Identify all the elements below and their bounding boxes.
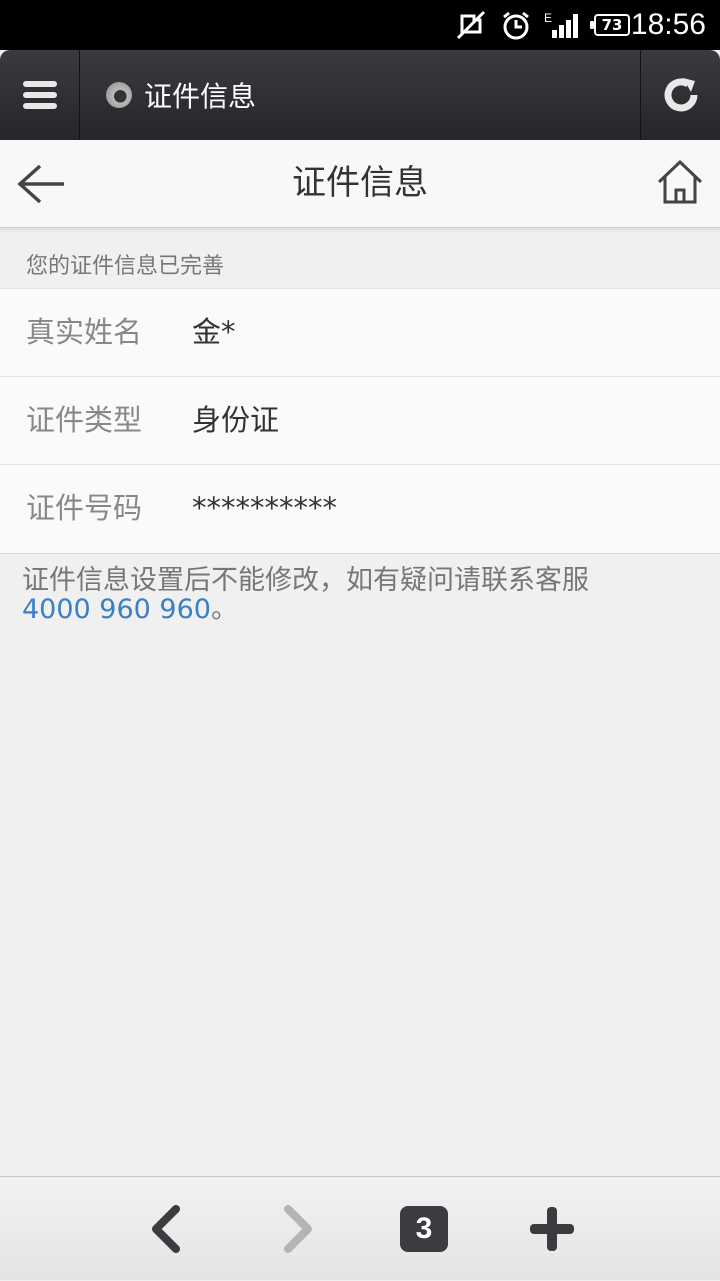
real-name-label: 真实姓名	[26, 289, 142, 375]
browser-back-button[interactable]	[126, 1177, 206, 1281]
plus-icon	[528, 1205, 576, 1253]
page-header: 证件信息	[0, 140, 720, 228]
signal-icon: E	[542, 10, 582, 46]
browser-toolbar: 证件信息	[0, 50, 720, 140]
site-icon	[106, 82, 132, 108]
alarm-icon	[500, 10, 532, 46]
battery-indicator: 73	[594, 14, 630, 36]
network-type-label: E	[544, 11, 552, 25]
list-item: 真实姓名 金*	[0, 289, 720, 377]
new-tab-button[interactable]	[512, 1177, 592, 1281]
id-type-value: 身份证	[192, 377, 279, 463]
real-name-value: 金*	[192, 289, 236, 375]
completion-notice: 您的证件信息已完善	[26, 248, 224, 280]
page-title: 证件信息	[0, 140, 720, 226]
id-type-label: 证件类型	[26, 377, 142, 463]
home-icon	[656, 158, 704, 206]
service-phone-link[interactable]: 4000 960 960	[22, 594, 211, 625]
list-item: 证件类型 身份证	[0, 377, 720, 465]
status-time: 18:56	[631, 8, 706, 42]
mute-icon	[454, 10, 488, 46]
hint-text: 证件信息设置后不能修改，如有疑问请联系客服	[22, 565, 589, 596]
id-number-value: **********	[192, 465, 337, 551]
chevron-right-icon	[280, 1204, 316, 1254]
status-bar: E 73 18:56	[0, 0, 720, 50]
home-button[interactable]	[656, 158, 704, 206]
browser-tab-title: 证件信息	[144, 75, 256, 115]
browser-forward-button[interactable]	[258, 1177, 338, 1281]
reload-icon	[661, 75, 701, 115]
hint-suffix: 。	[211, 594, 238, 625]
tab-count-badge: 3	[400, 1206, 448, 1252]
modify-hint: 证件信息设置后不能修改，如有疑问请联系客服 4000 960 960。	[22, 566, 702, 624]
chevron-left-icon	[148, 1204, 184, 1254]
hamburger-icon	[21, 78, 59, 112]
id-number-label: 证件号码	[26, 465, 142, 551]
browser-address-area[interactable]: 证件信息	[106, 50, 256, 140]
browser-bottom-bar: 3	[0, 1176, 720, 1280]
id-info-list: 真实姓名 金* 证件类型 身份证 证件号码 **********	[0, 288, 720, 554]
browser-menu-button[interactable]	[0, 50, 80, 140]
reload-button[interactable]	[640, 50, 720, 140]
list-item: 证件号码 **********	[0, 465, 720, 553]
tabs-button[interactable]: 3	[384, 1177, 464, 1281]
